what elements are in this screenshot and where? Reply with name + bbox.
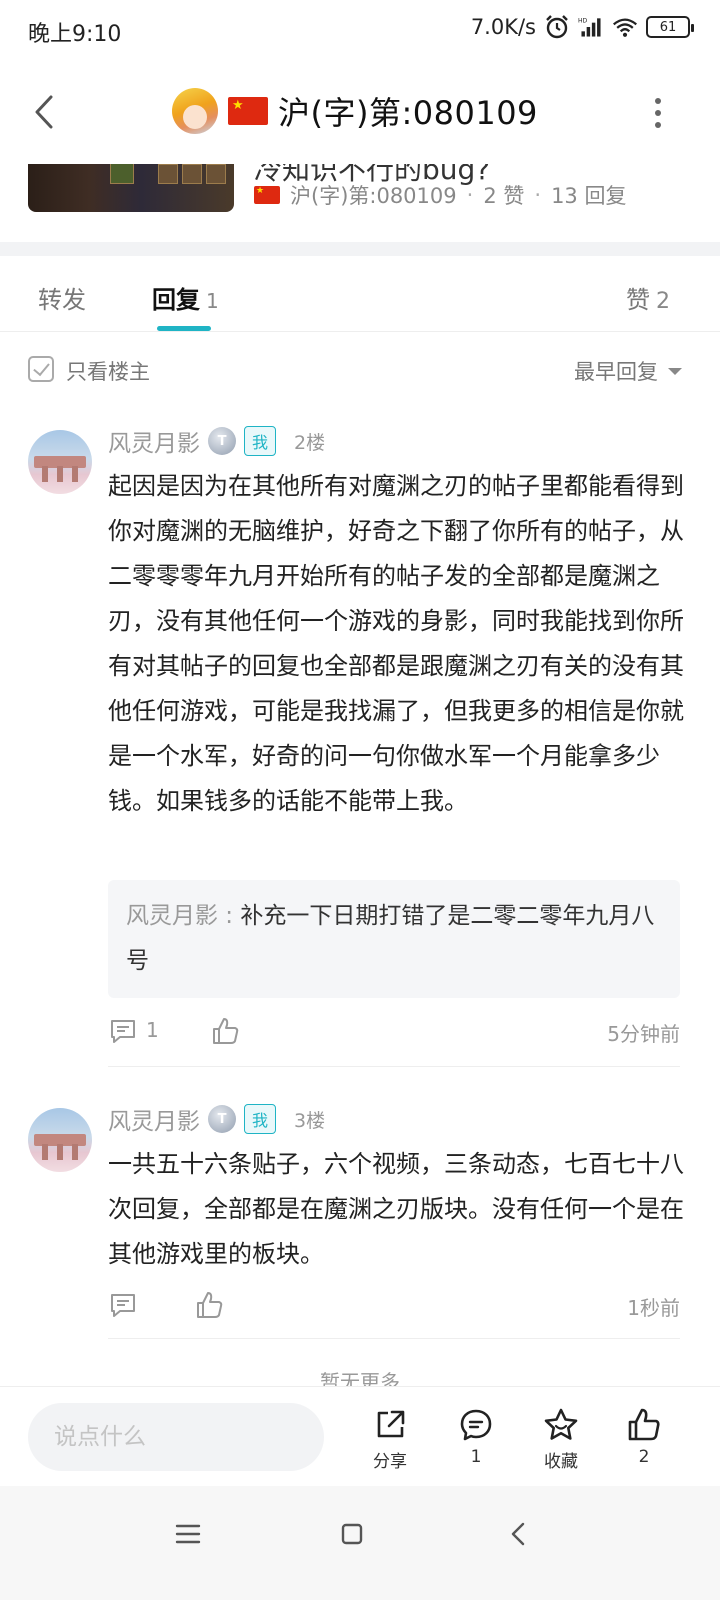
back-button[interactable] [26, 90, 62, 134]
comment-icon [460, 1409, 492, 1441]
thumb-up-icon [628, 1408, 660, 1441]
nav-back-icon[interactable] [498, 1514, 538, 1554]
reply-count: 1 [146, 1018, 159, 1042]
star-icon [544, 1408, 578, 1440]
me-badge: 我 [244, 426, 277, 456]
tab-reply[interactable]: 回复 1 [152, 280, 219, 315]
comment-header: 风灵月影 T 我 2楼 [108, 424, 325, 458]
meta-separator: · [466, 183, 474, 207]
china-flag-icon [228, 97, 268, 125]
battery-level: 61 [659, 19, 677, 35]
no-more-text: 暂无更多 [320, 1370, 400, 1388]
comment-body: 起因是因为在其他所有对魔渊之刃的帖子里都能看得到你对魔渊的无脑维护，好奇之下翻了… [108, 472, 684, 815]
post-author: 沪(字)第:080109 [290, 184, 457, 208]
like-button[interactable]: 2 [614, 1407, 674, 1467]
tab-reply-label: 回复 [152, 286, 200, 314]
comment-author[interactable]: 风灵月影 [108, 1102, 200, 1136]
favorite-button[interactable]: 收藏 [531, 1407, 591, 1472]
favorite-label: 收藏 [544, 1452, 578, 1472]
floor-number: 3楼 [294, 1109, 326, 1132]
filter-row: 只看楼主 最早回复 [0, 334, 720, 408]
wifi-icon [613, 18, 637, 37]
comment-item: 风灵月影 T 我 3楼 一共五十六条贴子，六个视频，三条动态，七百七十八次回复，… [0, 1086, 720, 1346]
sub-reply-author: 风灵月影 : [126, 903, 241, 929]
header-user[interactable]: 沪(字)第:080109 [172, 88, 538, 134]
comment-icon[interactable] [108, 1016, 138, 1050]
avatar[interactable] [28, 430, 92, 494]
section-divider [0, 242, 720, 256]
more-icon[interactable] [652, 98, 664, 128]
menu-icon[interactable] [168, 1514, 208, 1554]
post-likes: 2 赞 [483, 184, 525, 208]
page-title: 沪(字)第:080109 [278, 94, 538, 132]
thumb-up-icon[interactable] [210, 1016, 240, 1050]
comment-input[interactable] [28, 1403, 324, 1471]
battery-icon: 61 [646, 16, 694, 38]
comment-time: 5分钟前 [607, 1022, 680, 1046]
sort-dropdown[interactable]: 最早回复 [574, 356, 682, 386]
tab-bar: 转发 回复 1 赞2 [0, 256, 720, 332]
sort-label: 最早回复 [574, 360, 658, 384]
active-tab-indicator [157, 326, 211, 331]
share-icon [377, 1410, 405, 1438]
comment-icon[interactable] [108, 1290, 138, 1324]
sub-reply[interactable]: 风灵月影 : 补充一下日期打错了是二零二零年九月八号 [108, 880, 680, 998]
share-button[interactable]: 分享 [360, 1407, 420, 1472]
china-flag-icon [254, 186, 280, 204]
share-label: 分享 [373, 1452, 407, 1472]
comment-item: 风灵月影 T 我 2楼 起因是因为在其他所有对魔渊之刃的帖子里都能看得到你对魔渊… [0, 408, 720, 1068]
floor-number: 2楼 [294, 431, 326, 454]
caret-down-icon [668, 367, 682, 375]
comment-actions: 1 5分钟前 [108, 1012, 680, 1052]
tab-reply-count: 1 [206, 289, 219, 313]
home-icon[interactable] [332, 1514, 372, 1554]
comment-count: 1 [470, 1447, 482, 1467]
only-owner-checkbox[interactable] [28, 356, 54, 382]
thumb-up-icon[interactable] [194, 1290, 224, 1324]
divider [108, 1066, 680, 1067]
post-thumbnail [28, 164, 234, 212]
post-meta: 沪(字)第:080109 · 2 赞 · 13 回复 [254, 180, 626, 210]
status-time: 晚上9:10 [28, 22, 122, 47]
only-owner-label[interactable]: 只看楼主 [66, 356, 150, 386]
comment-author[interactable]: 风灵月影 [108, 424, 200, 458]
comment-header: 风灵月影 T 我 3楼 [108, 1102, 325, 1136]
system-nav-bar [0, 1486, 720, 1600]
comment-actions: 1秒前 [108, 1286, 680, 1326]
comment-button[interactable]: 1 [446, 1407, 506, 1467]
signal-icon: HD [578, 18, 601, 37]
svg-text:HD: HD [578, 18, 588, 25]
status-indicators: 7.0K/s HD 61 [470, 14, 694, 40]
level-badge-icon: T [208, 427, 236, 455]
user-avatar[interactable] [172, 88, 218, 134]
divider [108, 1338, 680, 1339]
alarm-icon [546, 15, 568, 39]
comment-time: 1秒前 [627, 1296, 680, 1320]
tab-like-label: 赞 [626, 286, 650, 314]
avatar[interactable] [28, 1108, 92, 1172]
meta-separator: · [534, 183, 542, 207]
status-bar: 晚上9:10 7.0K/s HD 61 [0, 0, 720, 60]
tab-like-count: 2 [656, 289, 670, 314]
post-preview[interactable]: 冷知识不行的bug? 沪(字)第:080109 · 2 赞 · 13 回复 [0, 164, 720, 242]
level-badge-icon: T [208, 1105, 236, 1133]
top-app-bar: 沪(字)第:080109 [0, 60, 720, 164]
back-icon [35, 95, 53, 129]
bottom-action-bar: 分享 1 收藏 2 [0, 1386, 720, 1486]
tab-like[interactable]: 赞2 [626, 280, 670, 315]
comment-body: 一共五十六条贴子，六个视频，三条动态，七百七十八次回复，全部都是在魔渊之刃版块。… [108, 1150, 684, 1268]
post-replies: 13 回复 [551, 184, 627, 208]
me-badge: 我 [244, 1104, 277, 1134]
network-speed: 7.0K/s [470, 15, 536, 39]
like-count: 2 [638, 1447, 650, 1467]
tab-forward[interactable]: 转发 [38, 280, 86, 315]
